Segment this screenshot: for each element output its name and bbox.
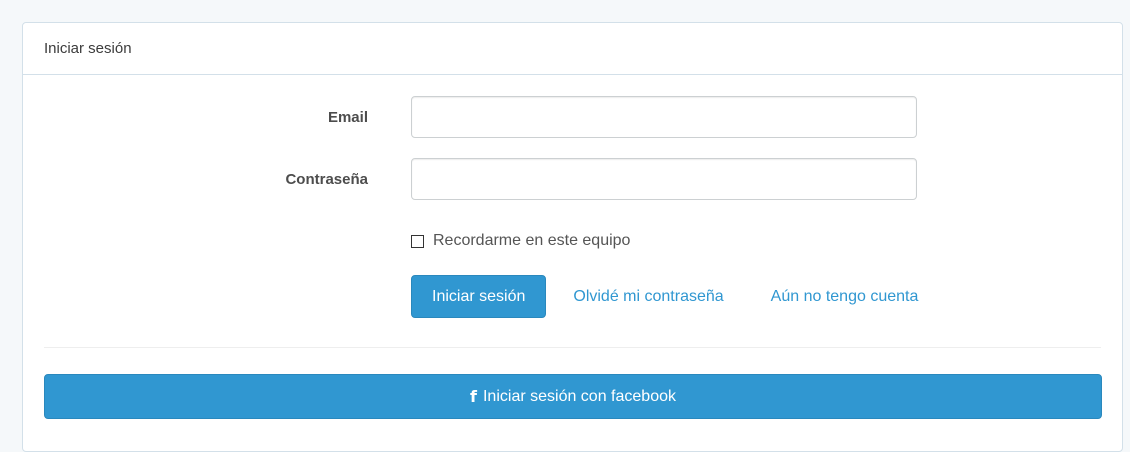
email-row: Email: [23, 96, 917, 138]
forgot-password-link[interactable]: Olvidé mi contraseña: [573, 288, 723, 306]
panel-heading: Iniciar sesión: [23, 23, 1122, 75]
email-label: Email: [327, 108, 368, 126]
facebook-icon: f: [470, 387, 477, 406]
register-link[interactable]: Aún no tengo cuenta: [771, 288, 919, 306]
actions-row: Iniciar sesión Olvidé mi contraseña Aún …: [411, 275, 918, 318]
panel-title: Iniciar sesión: [44, 40, 132, 57]
login-button[interactable]: Iniciar sesión: [411, 275, 547, 318]
remember-row: Recordarme en este equipo: [411, 232, 630, 250]
password-row: Contraseña: [23, 158, 917, 200]
email-field[interactable]: [411, 96, 917, 138]
remember-label[interactable]: Recordarme en este equipo: [433, 232, 630, 250]
password-label: Contraseña: [285, 170, 368, 188]
remember-checkbox[interactable]: [411, 234, 424, 248]
facebook-login-button[interactable]: f Iniciar sesión con facebook: [44, 374, 1102, 419]
login-panel: Iniciar sesión Email Contraseña Recordar…: [22, 22, 1123, 452]
password-field[interactable]: [411, 158, 917, 200]
facebook-button-label: Iniciar sesión con facebook: [482, 387, 676, 405]
divider: [44, 347, 1101, 348]
